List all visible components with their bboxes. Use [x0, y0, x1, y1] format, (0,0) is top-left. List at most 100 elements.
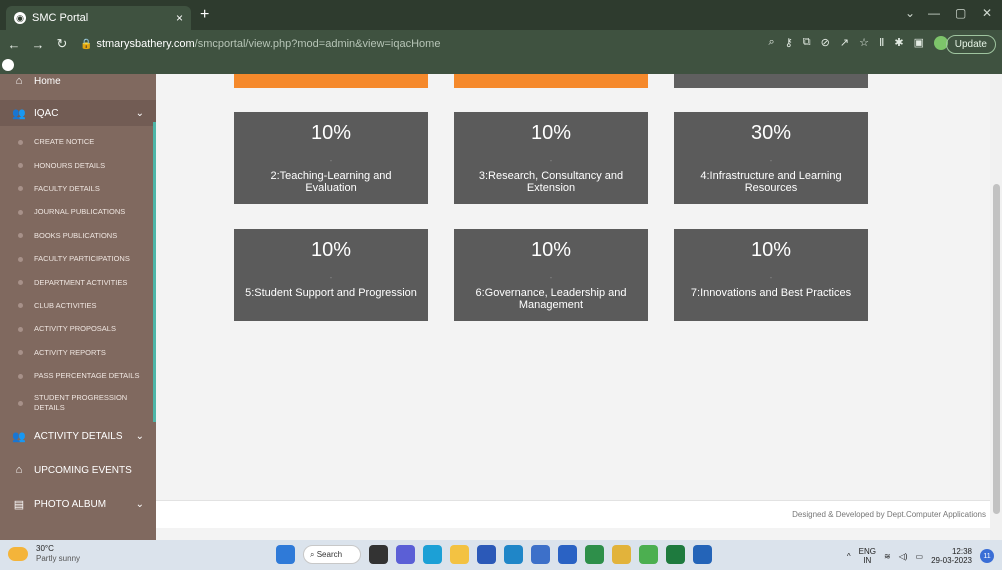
- chrome-icon[interactable]: [612, 545, 631, 564]
- iqac-submenu-item[interactable]: JOURNAL PUBLICATIONS: [0, 200, 156, 223]
- update-button[interactable]: Update: [945, 35, 996, 54]
- criterion-card-partial[interactable]: [674, 74, 868, 88]
- criterion-separator: -: [769, 273, 773, 282]
- browser-icon[interactable]: [504, 545, 523, 564]
- sidebar-item-activity-details[interactable]: 👥 ACTIVITY DETAILS ⌄: [0, 424, 156, 448]
- share-icon[interactable]: ↗: [840, 36, 849, 50]
- sidebar-item-photo-album[interactable]: ▤ PHOTO ALBUM ⌄: [0, 492, 156, 516]
- wifi-icon[interactable]: ≋: [884, 552, 891, 561]
- iqac-submenu-item[interactable]: FACULTY PARTICIPATIONS: [0, 247, 156, 270]
- sidebar-item-label: PHOTO ALBUM: [34, 498, 107, 510]
- lock-icon[interactable]: 🔒: [80, 39, 92, 50]
- sidepanel-icon[interactable]: ▣: [914, 36, 924, 50]
- tab-close-button[interactable]: ×: [176, 11, 183, 25]
- criterion-card[interactable]: 10% - 3:Research, Consultancy and Extensio…: [454, 112, 648, 204]
- extension-icon[interactable]: Ⅱ: [879, 36, 884, 50]
- eye-off-icon[interactable]: ⊘: [821, 36, 830, 50]
- taskbar-apps: ⌕ Search: [276, 545, 712, 564]
- edge-icon[interactable]: [423, 545, 442, 564]
- windows-start-icon[interactable]: [276, 545, 295, 564]
- key-icon[interactable]: ⚷: [785, 36, 793, 50]
- clock-date: 29-03-2023: [931, 556, 972, 565]
- iqac-submenu-item[interactable]: ACTIVITY REPORTS: [0, 341, 156, 364]
- page-scrollbar[interactable]: [990, 74, 1002, 540]
- iqac-submenu-item[interactable]: DEPARTMENT ACTIVITIES: [0, 270, 156, 293]
- sidebar-item-label: IQAC: [34, 107, 59, 119]
- tab-search-icon[interactable]: ⌄: [905, 6, 915, 20]
- translate-icon[interactable]: ⧉: [803, 36, 811, 50]
- tab-title: SMC Portal: [32, 12, 89, 24]
- clock[interactable]: 12:38 29-03-2023: [931, 547, 972, 565]
- teams-icon[interactable]: [396, 545, 415, 564]
- chevron-up-icon[interactable]: ^: [847, 552, 851, 561]
- iqac-submenu-item[interactable]: CLUB ACTIVITIES: [0, 294, 156, 317]
- url-path: /smcportal/view.php?mod=admin&view=iqacH…: [194, 38, 441, 50]
- zoom-icon[interactable]: ⌕: [769, 36, 775, 50]
- criterion-separator: -: [549, 273, 553, 282]
- sidebar-item-upcoming-events[interactable]: ⌂ UPCOMING EVENTS: [0, 458, 156, 482]
- sidebar-item-home[interactable]: ⌂ Home: [0, 74, 156, 88]
- footer-credit: Designed & Developed by Dept.Computer Ap…: [792, 510, 986, 519]
- notification-badge[interactable]: 11: [980, 549, 994, 563]
- taskbar: 30°C Partly sunny ⌕ Search ^ ENG IN ≋ ◁)…: [0, 540, 1002, 570]
- url-field[interactable]: stmarysbathery.com/smcportal/view.php?mo…: [96, 38, 440, 50]
- minimize-button[interactable]: —: [928, 6, 940, 20]
- home-icon: ⌂: [15, 464, 23, 476]
- criterion-percent: 10%: [310, 122, 352, 144]
- iqac-submenu-item[interactable]: PASS PERCENTAGE DETAILS: [0, 364, 156, 387]
- xbox-icon[interactable]: [585, 545, 604, 564]
- back-icon[interactable]: ←: [4, 37, 24, 52]
- puzzle-icon[interactable]: ✱: [894, 36, 903, 50]
- home-icon: ⌂: [15, 75, 23, 87]
- weather-icon: [8, 547, 28, 561]
- sidebar-item-label: Home: [34, 75, 61, 87]
- app-icon[interactable]: [693, 545, 712, 564]
- task-view-icon[interactable]: [369, 545, 388, 564]
- criterion-separator: -: [329, 156, 333, 165]
- iqac-submenu-item[interactable]: BOOKS PUBLICATIONS: [0, 224, 156, 247]
- file-explorer-icon[interactable]: [450, 545, 469, 564]
- criterion-separator: -: [769, 156, 773, 165]
- iqac-submenu: CREATE NOTICE HONOURS DETAILS FACULTY DETA…: [0, 130, 156, 419]
- close-window-button[interactable]: ✕: [982, 6, 992, 20]
- store-icon[interactable]: [477, 545, 496, 564]
- weather-widget[interactable]: 30°C Partly sunny: [8, 544, 80, 564]
- star-icon[interactable]: ☆: [859, 36, 869, 50]
- sidebar-item-iqac[interactable]: 👥 IQAC ⌄: [0, 100, 156, 126]
- criterion-name: 6:Governance, Leadership and Management: [475, 287, 627, 311]
- criterion-card[interactable]: 30% - 4:Infrastructure and Learning Resour…: [674, 112, 868, 204]
- language-indicator[interactable]: ENG IN: [859, 547, 876, 565]
- criterion-name: 5:Student Support and Progression: [245, 287, 417, 299]
- criterion-card-partial[interactable]: [234, 74, 428, 88]
- criterion-card[interactable]: 10% - 5:Student Support and Progression: [234, 229, 428, 321]
- bookmark-favicon-icon[interactable]: [2, 59, 14, 71]
- sidebar-item-label: ACTIVITY DETAILS: [34, 430, 123, 442]
- iqac-submenu-item[interactable]: HONOURS DETAILS: [0, 153, 156, 176]
- maximize-button[interactable]: ▢: [955, 6, 966, 20]
- users-icon: 👥: [12, 107, 26, 120]
- word-icon[interactable]: [558, 545, 577, 564]
- chrome-profile-icon[interactable]: [639, 545, 658, 564]
- iqac-submenu-item[interactable]: STUDENT PROGRESSION DETAILS: [0, 387, 156, 419]
- criterion-card[interactable]: 10% - 6:Governance, Leadership and Managem…: [454, 229, 648, 321]
- chevron-down-icon: ⌄: [135, 430, 144, 442]
- reload-icon[interactable]: ↻: [52, 36, 72, 52]
- scrollbar-thumb[interactable]: [993, 184, 1000, 514]
- chevron-down-icon: ⌄: [135, 498, 144, 510]
- forward-icon[interactable]: →: [28, 37, 48, 52]
- taskbar-search[interactable]: ⌕ Search: [303, 545, 361, 564]
- new-tab-button[interactable]: +: [200, 6, 209, 24]
- iqac-submenu-item[interactable]: FACULTY DETAILS: [0, 177, 156, 200]
- criterion-name: 4:Infrastructure and Learning Resources: [700, 170, 842, 194]
- battery-icon[interactable]: ▭: [916, 552, 924, 561]
- criterion-card-partial[interactable]: [454, 74, 648, 88]
- browser-tab[interactable]: ◉ SMC Portal ×: [6, 6, 191, 30]
- iqac-submenu-item[interactable]: CREATE NOTICE: [0, 130, 156, 153]
- excel-icon[interactable]: [666, 545, 685, 564]
- criterion-card[interactable]: 10% - 7:Innovations and Best Practices: [674, 229, 868, 321]
- photos-icon[interactable]: [531, 545, 550, 564]
- volume-icon[interactable]: ◁): [899, 552, 908, 561]
- criterion-card[interactable]: 10% - 2:Teaching-Learning and Evaluation: [234, 112, 428, 204]
- criterion-name: 3:Research, Consultancy and Extension: [478, 170, 624, 194]
- iqac-submenu-item[interactable]: ACTIVITY PROPOSALS: [0, 317, 156, 340]
